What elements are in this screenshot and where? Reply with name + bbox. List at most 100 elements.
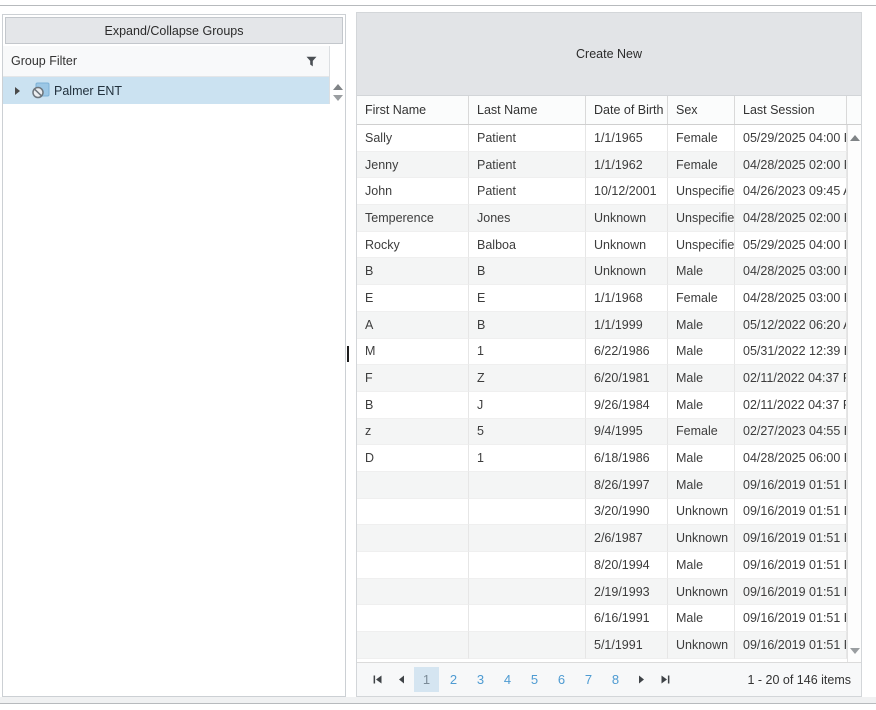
expand-arrow-icon[interactable] [15, 87, 20, 95]
grid-cell: 04/26/2023 09:45 AM [735, 178, 847, 205]
table-row[interactable]: M16/22/1986Male05/31/2022 12:39 PM [357, 339, 847, 366]
table-row[interactable]: AB1/1/1999Male05/12/2022 06:20 AM [357, 312, 847, 339]
column-header-date-of-birth[interactable]: Date of Birth [586, 96, 668, 124]
previous-page-button[interactable] [389, 668, 413, 692]
table-row[interactable]: TemperenceJonesUnknownUnspecified04/28/2… [357, 205, 847, 232]
page-5-button[interactable]: 5 [522, 667, 547, 692]
column-header-last-session[interactable]: Last Session [735, 96, 847, 124]
table-row[interactable]: FZ6/20/1981Male02/11/2022 04:37 PM [357, 365, 847, 392]
create-new-button[interactable]: Create New [357, 13, 861, 96]
grid-cell: 1 [469, 339, 586, 366]
grid-cell: Unspecified [668, 205, 735, 232]
table-row[interactable]: 6/16/1991Male09/16/2019 01:51 PM [357, 605, 847, 632]
table-row[interactable]: SallyPatient1/1/1965Female05/29/2025 04:… [357, 125, 847, 152]
scroll-down-icon[interactable] [333, 95, 343, 101]
grid-cell: Male [668, 258, 735, 285]
column-header-first-name[interactable]: First Name [357, 96, 469, 124]
pagination-bar: 12345678 1 - 20 of 146 items [357, 662, 861, 696]
grid-cell: Unknown [668, 525, 735, 552]
tree-item-label: Palmer ENT [54, 84, 122, 98]
grid-cell: 05/31/2022 12:39 PM [735, 339, 847, 366]
grid-cell: 05/29/2025 04:00 PM [735, 232, 847, 259]
column-header-last-name[interactable]: Last Name [469, 96, 586, 124]
grid-cell: 10/12/2001 [586, 178, 668, 205]
grid-cell: 6/20/1981 [586, 365, 668, 392]
page-7-button[interactable]: 7 [576, 667, 601, 692]
page-2-button[interactable]: 2 [441, 667, 466, 692]
grid-cell [357, 499, 469, 526]
grid-cell: Sally [357, 125, 469, 152]
expand-collapse-groups-button[interactable]: Expand/Collapse Groups [5, 17, 343, 44]
grid-cell: 09/16/2019 01:51 PM [735, 552, 847, 579]
grid-cell: Unknown [668, 499, 735, 526]
patients-panel: Create New First NameLast NameDate of Bi… [356, 12, 862, 697]
grid-cell [357, 579, 469, 606]
table-row[interactable]: JohnPatient10/12/2001Unspecified04/26/20… [357, 178, 847, 205]
grid-cell [469, 525, 586, 552]
table-row[interactable]: 3/20/1990Unknown09/16/2019 01:51 PM [357, 499, 847, 526]
table-row[interactable]: BBUnknownMale04/28/2025 03:00 PM [357, 258, 847, 285]
table-row[interactable]: BJ9/26/1984Male02/11/2022 04:37 PM [357, 392, 847, 419]
grid-cell: 6/22/1986 [586, 339, 668, 366]
grid-cell [469, 579, 586, 606]
page-6-button[interactable]: 6 [549, 667, 574, 692]
scroll-down-icon[interactable] [850, 648, 860, 654]
bottom-divider [0, 703, 876, 704]
grid-cell: Unspecified [668, 178, 735, 205]
grid-cell: Jones [469, 205, 586, 232]
grid-cell: B [469, 258, 586, 285]
table-row[interactable]: RockyBalboaUnknownUnspecified05/29/2025 … [357, 232, 847, 259]
table-row[interactable]: 2/19/1993Unknown09/16/2019 01:51 PM [357, 579, 847, 606]
last-page-button[interactable] [653, 668, 677, 692]
grid-cell: 6/18/1986 [586, 445, 668, 472]
grid-rows: SallyPatient1/1/1965Female05/29/2025 04:… [357, 125, 847, 662]
grid-cell: Male [668, 312, 735, 339]
page-4-button[interactable]: 4 [495, 667, 520, 692]
app-window: Expand/Collapse Groups Group Filter [0, 0, 876, 710]
grid-cell: 1/1/1999 [586, 312, 668, 339]
table-row[interactable]: z59/4/1995Female02/27/2023 04:55 PM [357, 419, 847, 446]
table-row[interactable]: D16/18/1986Male04/28/2025 06:00 PM [357, 445, 847, 472]
column-header-spacer [847, 96, 861, 124]
grid-cell: 3/20/1990 [586, 499, 668, 526]
table-row[interactable]: EE1/1/1968Female04/28/2025 03:00 PM [357, 285, 847, 312]
grid-cell: Z [469, 365, 586, 392]
first-page-button[interactable] [365, 668, 389, 692]
grid-cell: 2/19/1993 [586, 579, 668, 606]
grid-cell [357, 472, 469, 499]
grid-cell: B [357, 258, 469, 285]
tree-scrollbar[interactable] [329, 46, 345, 104]
grid-cell: 05/12/2022 06:20 AM [735, 312, 847, 339]
grid-cell: Patient [469, 178, 586, 205]
page-1-button[interactable]: 1 [414, 667, 439, 692]
grid-cell: 04/28/2025 03:00 PM [735, 285, 847, 312]
grid-cell: 04/28/2025 06:00 PM [735, 445, 847, 472]
grid-cell: 09/16/2019 01:51 PM [735, 499, 847, 526]
page-8-button[interactable]: 8 [603, 667, 628, 692]
tree-item-palmer-ent[interactable]: Palmer ENT [3, 77, 329, 104]
column-header-sex[interactable]: Sex [668, 96, 735, 124]
grid-cell: Male [668, 552, 735, 579]
table-row[interactable]: JennyPatient1/1/1962Female04/28/2025 02:… [357, 152, 847, 179]
items-summary: 1 - 20 of 146 items [747, 673, 853, 687]
scroll-up-icon[interactable] [333, 84, 343, 90]
grid-cell: Rocky [357, 232, 469, 259]
grid-cell: Male [668, 605, 735, 632]
scroll-up-icon[interactable] [850, 135, 860, 141]
grid-scrollbar[interactable] [847, 125, 861, 662]
page-number-list: 12345678 [413, 667, 629, 692]
next-page-button[interactable] [629, 668, 653, 692]
filter-icon[interactable] [306, 56, 317, 67]
table-row[interactable]: 5/1/1991Unknown09/16/2019 01:51 PM [357, 632, 847, 659]
table-row[interactable]: 8/20/1994Male09/16/2019 01:51 PM [357, 552, 847, 579]
grid-cell: 02/11/2022 04:37 PM [735, 392, 847, 419]
grid-cell: Unspecified [668, 232, 735, 259]
grid-cell: Male [668, 445, 735, 472]
group-filter-header: Group Filter [3, 46, 329, 77]
table-row[interactable]: 2/6/1987Unknown09/16/2019 01:51 PM [357, 525, 847, 552]
table-row[interactable]: 8/26/1997Male09/16/2019 01:51 PM [357, 472, 847, 499]
page-3-button[interactable]: 3 [468, 667, 493, 692]
grid-cell [469, 632, 586, 659]
grid-cell: 09/16/2019 01:51 PM [735, 632, 847, 659]
grid-cell: 09/16/2019 01:51 PM [735, 525, 847, 552]
